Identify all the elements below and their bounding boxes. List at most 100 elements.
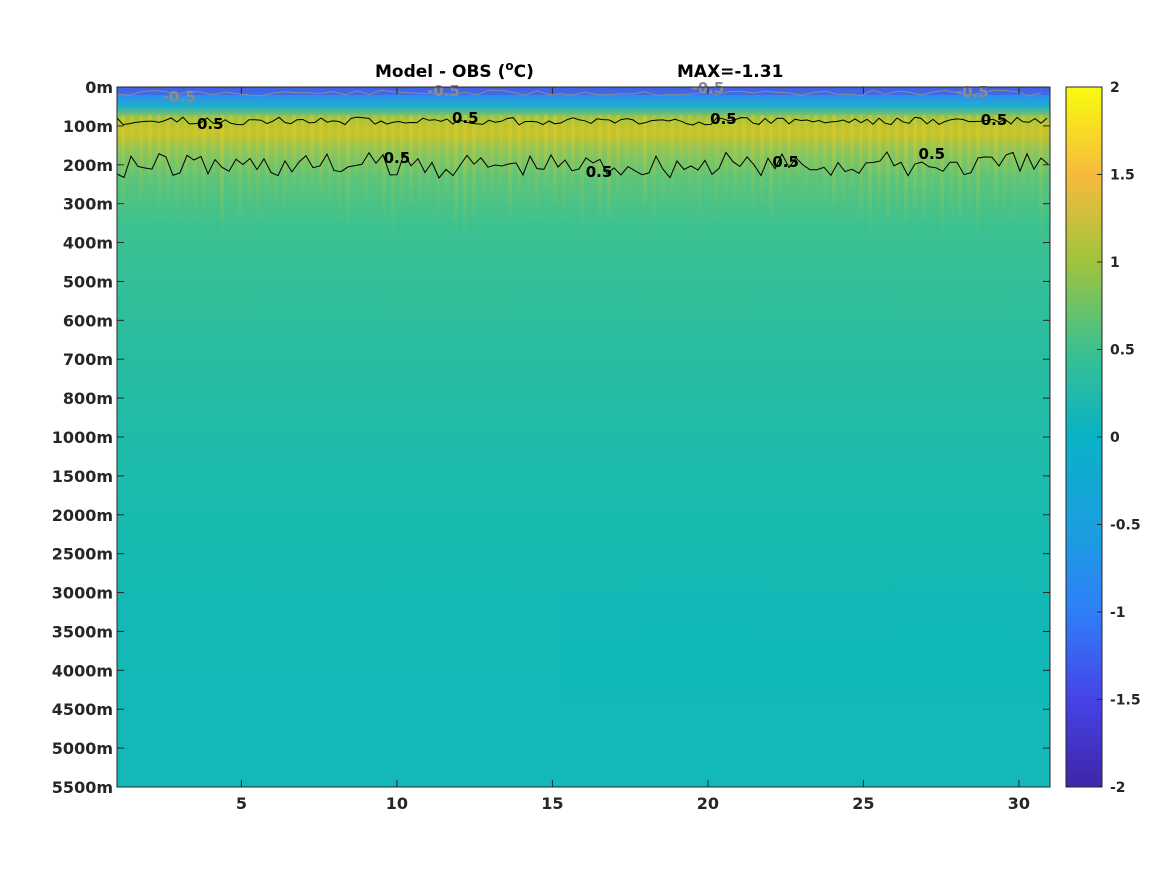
y-tick-label: 1000m bbox=[52, 428, 113, 447]
y-tick-label: 5000m bbox=[52, 739, 113, 758]
y-tick-label: 200m bbox=[63, 156, 113, 175]
y-tick-label: 5500m bbox=[52, 778, 113, 797]
field-stripe bbox=[931, 115, 935, 212]
title-text: Model - OBS (oC) bbox=[375, 59, 534, 82]
x-tick-label: 20 bbox=[697, 794, 719, 813]
field-stripe bbox=[175, 115, 179, 225]
contour-label-pos: 0.5 bbox=[710, 110, 737, 128]
x-tick-label: 30 bbox=[1008, 794, 1030, 813]
field-stripe bbox=[976, 115, 980, 238]
field-stripe bbox=[139, 115, 143, 212]
colorbar-tick-label: 0 bbox=[1110, 430, 1120, 446]
field-stripe bbox=[742, 115, 746, 186]
field-stripe bbox=[130, 115, 134, 192]
colorbar-tick-label: 2 bbox=[1110, 80, 1120, 96]
field-stripe bbox=[508, 115, 512, 227]
y-tick-label: 500m bbox=[63, 272, 113, 291]
field-stripe bbox=[967, 115, 971, 216]
contour-label-pos: 0.5 bbox=[586, 163, 613, 181]
field-stripe bbox=[256, 115, 260, 226]
field-stripe bbox=[499, 115, 503, 198]
field-stripe bbox=[472, 115, 476, 230]
colorbar-tick-label: -1 bbox=[1110, 605, 1126, 621]
colorbar-tick-label: 1 bbox=[1110, 255, 1120, 271]
plot-area: -0.5 -0.5 -0.5 -0.50.5 0.5 0.5 0.50.50.50.5 0.5 bbox=[116, 79, 1051, 788]
field-stripe bbox=[562, 115, 566, 221]
field-stripe bbox=[841, 115, 845, 217]
field-stripe bbox=[463, 115, 467, 241]
colorbar: 2 1.5 1 0.5 0 -0.5 -1 -1.5 -2 bbox=[1065, 80, 1141, 796]
field-stripe bbox=[391, 115, 395, 243]
y-tick-label: 2500m bbox=[52, 545, 113, 564]
y-tick-label: 100m bbox=[63, 117, 113, 136]
colorbar-ticks: 2 1.5 1 0.5 0 -0.5 -1 -1.5 -2 bbox=[1097, 80, 1141, 796]
field-stripe bbox=[157, 115, 161, 221]
field-stripe bbox=[625, 115, 629, 196]
field-stripe bbox=[346, 115, 350, 231]
colorbar-tick-label: -2 bbox=[1110, 780, 1126, 796]
colorbar-tick-label: -1.5 bbox=[1110, 693, 1141, 709]
field-stripe bbox=[382, 115, 386, 226]
field-stripe bbox=[373, 115, 377, 188]
surface-cold-strip bbox=[117, 87, 1050, 95]
colorbar-tick-label: -0.5 bbox=[1110, 518, 1141, 534]
colorbar-gradient bbox=[1065, 86, 1103, 788]
contour-label-pos: 0.5 bbox=[384, 149, 411, 167]
field-stripe bbox=[1021, 115, 1025, 198]
field-stripe bbox=[634, 115, 638, 190]
colorbar-tick-label: 0.5 bbox=[1110, 343, 1135, 359]
field-stripe bbox=[265, 115, 269, 196]
field-stripe bbox=[940, 115, 944, 244]
y-tick-label: 700m bbox=[63, 350, 113, 369]
field-stripe bbox=[958, 115, 962, 231]
y-tick-label: 1500m bbox=[52, 467, 113, 486]
field-stripe bbox=[1039, 115, 1043, 243]
field-stripe bbox=[292, 115, 296, 195]
y-tick-label: 3000m bbox=[52, 584, 113, 603]
contour-label-pos: 0.5 bbox=[197, 115, 224, 133]
field-stripe bbox=[427, 115, 431, 201]
contour-label-neg: -0.5 bbox=[163, 88, 196, 106]
field-stripe bbox=[580, 115, 584, 239]
field-stripe bbox=[643, 115, 647, 218]
field-stripe bbox=[148, 115, 152, 190]
y-tick-label: 800m bbox=[63, 389, 113, 408]
field-stripe bbox=[319, 115, 323, 200]
colorbar-tick-label: 1.5 bbox=[1110, 168, 1135, 184]
field-stripe bbox=[1012, 115, 1016, 226]
field-stripe bbox=[220, 115, 224, 242]
deep-anomaly-band bbox=[560, 590, 1050, 700]
field-stripe bbox=[1030, 115, 1034, 204]
title-unit: C) bbox=[514, 62, 534, 82]
field-stripe bbox=[760, 115, 764, 206]
heatmap-figure: -0.5 -0.5 -0.5 -0.50.5 0.5 0.5 0.50.50.50.5 0.5… bbox=[52, 59, 1141, 813]
x-tick-label: 5 bbox=[236, 794, 247, 813]
contour-label-pos: 0.5 bbox=[452, 109, 479, 127]
field-stripe bbox=[283, 115, 287, 218]
field-stripe bbox=[877, 115, 881, 213]
field-stripe bbox=[337, 115, 341, 222]
chart-title: Model - OBS (oC) MAX=-1.31 bbox=[375, 59, 783, 82]
contour-label-pos: 0.5 bbox=[981, 111, 1008, 129]
field-stripe bbox=[697, 115, 701, 233]
field-stripe bbox=[661, 115, 665, 215]
field-stripe bbox=[274, 115, 278, 212]
field-stripe bbox=[229, 115, 233, 193]
field-stripe bbox=[310, 115, 314, 190]
field-stripe bbox=[184, 115, 188, 215]
x-tick-label: 10 bbox=[386, 794, 408, 813]
field-stripe bbox=[724, 115, 728, 210]
field-stripe bbox=[526, 115, 530, 186]
contour-label-neg: -0.5 bbox=[956, 83, 989, 101]
field-stripe bbox=[238, 115, 242, 243]
field-stripe bbox=[454, 115, 458, 237]
field-stripe bbox=[616, 115, 620, 199]
contour-label-pos: 0.5 bbox=[919, 145, 946, 163]
field-stripe bbox=[832, 115, 836, 218]
field-stripe bbox=[688, 115, 692, 199]
field-stripe bbox=[814, 115, 818, 187]
x-tick-label: 15 bbox=[541, 794, 563, 813]
y-tick-label: 3500m bbox=[52, 622, 113, 641]
title-superscript: o bbox=[505, 59, 513, 73]
y-tick-label: 2000m bbox=[52, 506, 113, 525]
